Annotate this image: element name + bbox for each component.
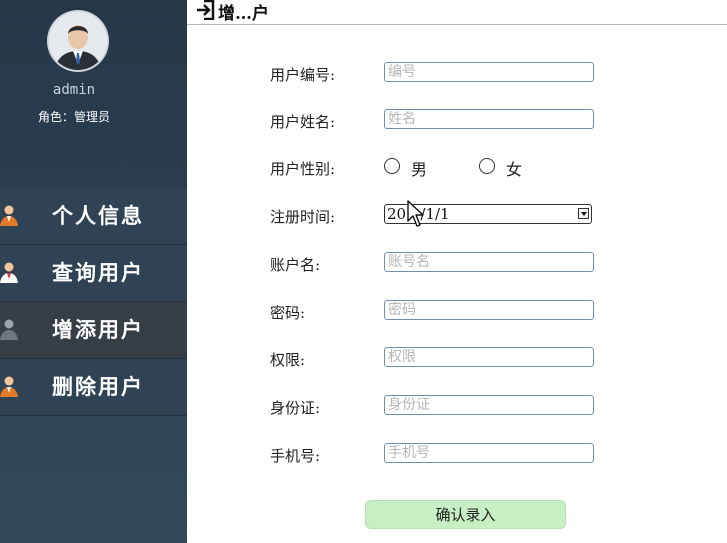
user-id-input[interactable] — [384, 62, 594, 82]
user-avatar — [49, 12, 107, 70]
sidebar-item-label: 个人信息 — [52, 203, 144, 228]
sidebar-item-delete-user[interactable]: 删除用户 — [0, 359, 187, 416]
radio-circle-icon — [479, 158, 495, 174]
submit-button[interactable]: 确认录入 — [365, 500, 566, 529]
phone-label: 手机号: — [270, 447, 321, 465]
password-label: 密码: — [270, 304, 306, 322]
radio-label: 女 — [506, 160, 523, 179]
sidebar-item-label: 查询用户 — [52, 260, 144, 285]
page-header: 增…户 — [187, 0, 727, 25]
person-icon — [0, 376, 18, 397]
gender-label: 用户性别: — [270, 160, 336, 178]
permission-label: 权限: — [270, 351, 306, 369]
gender-radio-group: 男 女 — [384, 156, 594, 179]
chevron-down-icon[interactable] — [578, 208, 589, 219]
user-name-label: 用户姓名: — [270, 113, 336, 131]
person-icon — [0, 262, 18, 283]
page-title: 增…户 — [218, 4, 269, 24]
account-label: 账户名: — [270, 256, 321, 274]
radio-circle-icon — [384, 158, 400, 174]
sidebar-item-add-user[interactable]: 增添用户 — [0, 302, 187, 359]
radio-label: 男 — [411, 160, 428, 179]
sidebar: admin 角色：管理员 个人信息 查询用户 增添用户 删除用户 — [0, 0, 187, 543]
id-card-label: 身份证: — [270, 399, 321, 417]
user-name-input[interactable] — [384, 109, 594, 129]
sidebar-nav: 个人信息 查询用户 增添用户 删除用户 — [0, 188, 187, 416]
sidebar-item-personal-info[interactable]: 个人信息 — [0, 188, 187, 245]
user-name: admin — [52, 82, 96, 98]
sidebar-item-label: 增添用户 — [52, 317, 144, 342]
sidebar-item-query-user[interactable]: 查询用户 — [0, 245, 187, 302]
person-icon — [0, 319, 18, 340]
user-role: 角色：管理员 — [37, 110, 110, 124]
account-input[interactable] — [384, 252, 594, 272]
mouse-pointer-icon — [407, 200, 424, 227]
person-icon — [0, 205, 18, 226]
reg-date-label: 注册时间: — [270, 208, 336, 226]
sidebar-item-label: 删除用户 — [52, 374, 144, 399]
user-id-label: 用户编号: — [270, 66, 336, 84]
password-input[interactable] — [384, 300, 594, 320]
permission-input[interactable] — [384, 347, 594, 367]
id-card-input[interactable] — [384, 395, 594, 415]
enter-icon — [197, 0, 215, 20]
phone-input[interactable] — [384, 443, 594, 463]
